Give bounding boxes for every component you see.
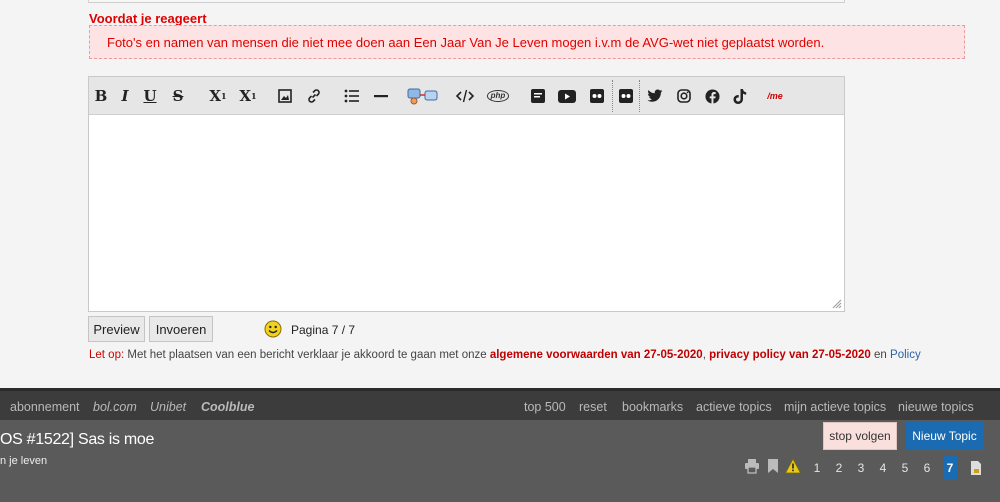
terms-link[interactable]: algemene voorwaarden van 27-05-2020 (490, 349, 703, 361)
link-icon[interactable] (305, 86, 323, 106)
twitter-icon[interactable] (646, 86, 664, 106)
page-6-link[interactable]: 6 (920, 456, 934, 480)
flickr-icon[interactable] (589, 86, 605, 106)
notice-box: Foto's en namen van mensen die niet mee … (89, 25, 965, 59)
nav-bookmarks[interactable]: bookmarks (622, 400, 683, 414)
topic-subtitle: n je leven (0, 455, 48, 467)
nav-bolcom[interactable]: bol.com (93, 400, 137, 414)
spoiler-icon[interactable] (530, 86, 546, 106)
nav-reset[interactable]: reset (579, 400, 607, 414)
smiley-icon[interactable] (264, 320, 282, 338)
superscript-mark: 1 (251, 91, 257, 101)
toolbar-separator (639, 80, 640, 112)
terms-notice: Let op: Met het plaatsen van een bericht… (89, 349, 921, 361)
subscript-mark: 1 (221, 91, 227, 101)
page-7-current[interactable]: 7 (943, 456, 957, 480)
toolbar-separator (612, 80, 613, 112)
page-3-link[interactable]: 3 (854, 456, 868, 480)
instagram-icon[interactable] (676, 86, 692, 106)
preview-button[interactable]: Preview (88, 316, 145, 342)
terms-prefix: Let op: (89, 349, 125, 361)
tiktok-icon[interactable] (732, 86, 748, 106)
subscript-button[interactable]: X1 (209, 86, 227, 106)
underline-button[interactable]: U (143, 86, 157, 106)
resize-grip-icon[interactable] (832, 299, 842, 309)
bold-button[interactable]: B (95, 86, 108, 106)
nav-nieuwe-topics[interactable]: nieuwe topics (898, 400, 974, 414)
subscript-letter: X (209, 86, 222, 105)
reply-textarea[interactable] (89, 116, 844, 311)
page-4-link[interactable]: 4 (876, 456, 890, 480)
topic-bar: OS #1522] Sas is moe n je leven stop vol… (0, 420, 1000, 502)
page-2-link[interactable]: 2 (832, 456, 846, 480)
privacy-policy-link[interactable]: privacy policy van 27-05-2020 (709, 349, 871, 361)
code-icon[interactable] (455, 86, 475, 106)
print-icon[interactable] (744, 458, 760, 474)
new-topic-button[interactable]: Nieuw Topic (906, 422, 983, 450)
reply-editor: B I U S X1 X1 php /me (88, 76, 845, 312)
horizontal-rule-icon[interactable] (373, 86, 389, 106)
image-icon[interactable] (277, 86, 293, 106)
terms-and: en (870, 349, 891, 361)
bookmark-icon[interactable] (765, 458, 781, 474)
superscript-letter: X (239, 86, 252, 105)
nav-mijn-actieve-topics[interactable]: mijn actieve topics (784, 400, 886, 414)
page-1-link[interactable]: 1 (810, 456, 824, 480)
page-indicator: Pagina 7 / 7 (291, 323, 356, 337)
list-icon[interactable] (343, 86, 361, 106)
notice-title: Voordat je reageert (89, 11, 207, 26)
stop-follow-button[interactable]: stop volgen (823, 422, 897, 450)
nav-coolblue[interactable]: Coolblue (201, 400, 254, 414)
nav-unibet[interactable]: Unibet (150, 400, 186, 414)
quote-icon[interactable] (405, 86, 441, 106)
policy-link[interactable]: Policy (890, 349, 921, 361)
strikethrough-button[interactable]: S (171, 86, 185, 106)
previous-panel-edge (88, 0, 845, 3)
facebook-icon[interactable] (704, 86, 720, 106)
me-action-button[interactable]: /me (764, 86, 786, 106)
warning-icon[interactable] (785, 458, 801, 474)
nav-actieve-topics[interactable]: actieve topics (696, 400, 772, 414)
superscript-button[interactable]: X1 (239, 86, 257, 106)
page-5-link[interactable]: 5 (898, 456, 912, 480)
php-label: php (486, 90, 510, 102)
submit-button[interactable]: Invoeren (149, 316, 213, 342)
editor-toolbar: B I U S X1 X1 php /me (89, 77, 844, 115)
nav-abonnement[interactable]: abonnement (10, 400, 80, 414)
notice-text: Foto's en namen van mensen die niet mee … (107, 35, 825, 50)
last-page-icon[interactable] (968, 460, 984, 476)
nav-top500[interactable]: top 500 (524, 400, 566, 414)
site-navbar: abonnement bol.com Unibet Coolblue top 5… (0, 388, 1000, 420)
flickr-set-icon[interactable] (618, 86, 634, 106)
terms-text: Met het plaatsen van een bericht verklaa… (124, 349, 490, 361)
italic-button[interactable]: I (119, 86, 131, 106)
youtube-icon[interactable] (557, 86, 577, 106)
php-code-icon[interactable]: php (486, 86, 510, 106)
topic-title: OS #1522] Sas is moe (0, 431, 155, 448)
